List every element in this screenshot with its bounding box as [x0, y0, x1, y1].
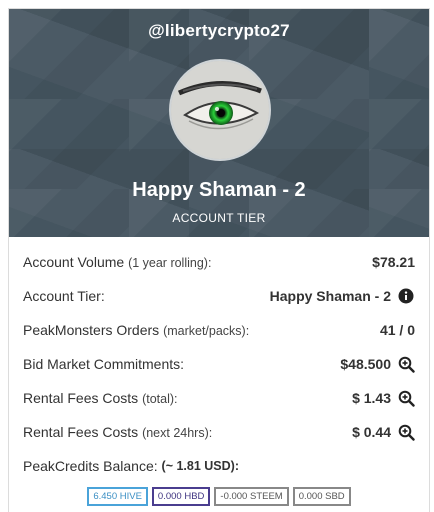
row-value: $48.500 [340, 355, 415, 373]
tier-subtitle: ACCOUNT TIER [172, 211, 266, 225]
row-value: $ 0.44 [352, 423, 415, 441]
row-label: Bid Market Commitments: [23, 356, 185, 372]
row-rental-total: Rental Fees Costs (total): $ 1.43 [9, 381, 429, 415]
row-rental-24h: Rental Fees Costs (next 24hrs): $ 0.44 [9, 415, 429, 449]
username[interactable]: @libertycrypto27 [9, 21, 429, 41]
row-value: $78.21 [372, 254, 415, 270]
row-label: Account Tier: [23, 288, 105, 304]
zoom-icon[interactable] [397, 389, 415, 407]
row-bid-market: Bid Market Commitments: $48.500 [9, 347, 429, 381]
row-label: Account Volume (1 year rolling): [23, 254, 212, 270]
zoom-icon[interactable] [397, 355, 415, 373]
row-label: PeakMonsters Orders (market/packs): [23, 322, 250, 338]
sbd-balance-badge[interactable]: 0.000 SBD [292, 487, 351, 506]
row-value: $ 1.43 [352, 389, 415, 407]
row-value: Happy Shaman - 2 [270, 287, 415, 305]
row-label: Rental Fees Costs (next 24hrs): [23, 424, 213, 440]
credits-badges: 6.450 HIVE 0.000 HBD -0.000 STEEM 0.000 … [9, 487, 429, 506]
row-account-volume: Account Volume (1 year rolling): $78.21 [9, 245, 429, 279]
avatar[interactable] [169, 59, 271, 161]
tier-name: Happy Shaman - 2 [132, 179, 306, 201]
account-details: Account Volume (1 year rolling): $78.21 … [9, 245, 429, 483]
zoom-icon[interactable] [397, 423, 415, 441]
account-header: @libertycrypto27 Happy Shaman - 2 ACCOUN… [9, 9, 429, 237]
row-label: Rental Fees Costs (total): [23, 390, 178, 406]
eye-avatar-icon [171, 61, 269, 159]
credits-usd: (~ 1.81 USD): [161, 459, 239, 473]
credits-label: PeakCredits Balance: (~ 1.81 USD): [23, 458, 239, 474]
steem-balance-badge[interactable]: -0.000 STEEM [214, 487, 289, 506]
row-value: 41 / 0 [379, 322, 415, 338]
row-account-tier: Account Tier: Happy Shaman - 2 [9, 279, 429, 313]
hive-balance-badge[interactable]: 6.450 HIVE [87, 487, 148, 506]
info-icon[interactable] [397, 287, 415, 305]
row-orders: PeakMonsters Orders (market/packs): 41 /… [9, 313, 429, 347]
hbd-balance-badge[interactable]: 0.000 HBD [151, 487, 211, 506]
account-card: @libertycrypto27 Happy Shaman - 2 ACCOUN… [8, 8, 430, 512]
